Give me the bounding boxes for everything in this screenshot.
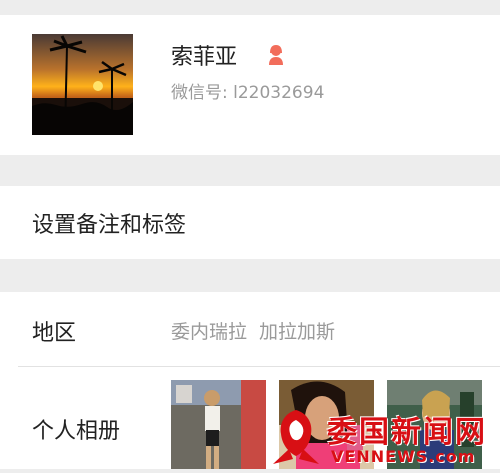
personal-album-label[interactable]: 个人相册 (32, 413, 120, 445)
album-photo-3[interactable] (387, 380, 482, 469)
set-remark-and-tags-row[interactable]: 设置备注和标签 (0, 186, 500, 259)
region-label: 地区 (32, 321, 77, 346)
profile-info-section: 地区 委内瑞拉 加拉加斯 个人相册 (0, 292, 500, 469)
profile-card[interactable]: 索菲亚 微信号: l22032694 (0, 15, 500, 155)
album-photo-image (279, 380, 374, 469)
album-photo-2[interactable] (279, 380, 374, 469)
album-photo-image (387, 380, 482, 469)
wechat-id: 微信号: l22032694 (171, 83, 325, 103)
divider (18, 366, 500, 367)
region-value: 委内瑞拉 加拉加斯 (171, 321, 336, 343)
avatar-sunset-image (32, 34, 133, 135)
album-photo-image (171, 380, 266, 469)
album-photo-1[interactable] (171, 380, 266, 469)
female-user-icon (269, 44, 283, 65)
set-remark-label: 设置备注和标签 (32, 213, 187, 238)
profile-name: 索菲亚 (171, 45, 238, 70)
avatar[interactable] (32, 34, 133, 135)
